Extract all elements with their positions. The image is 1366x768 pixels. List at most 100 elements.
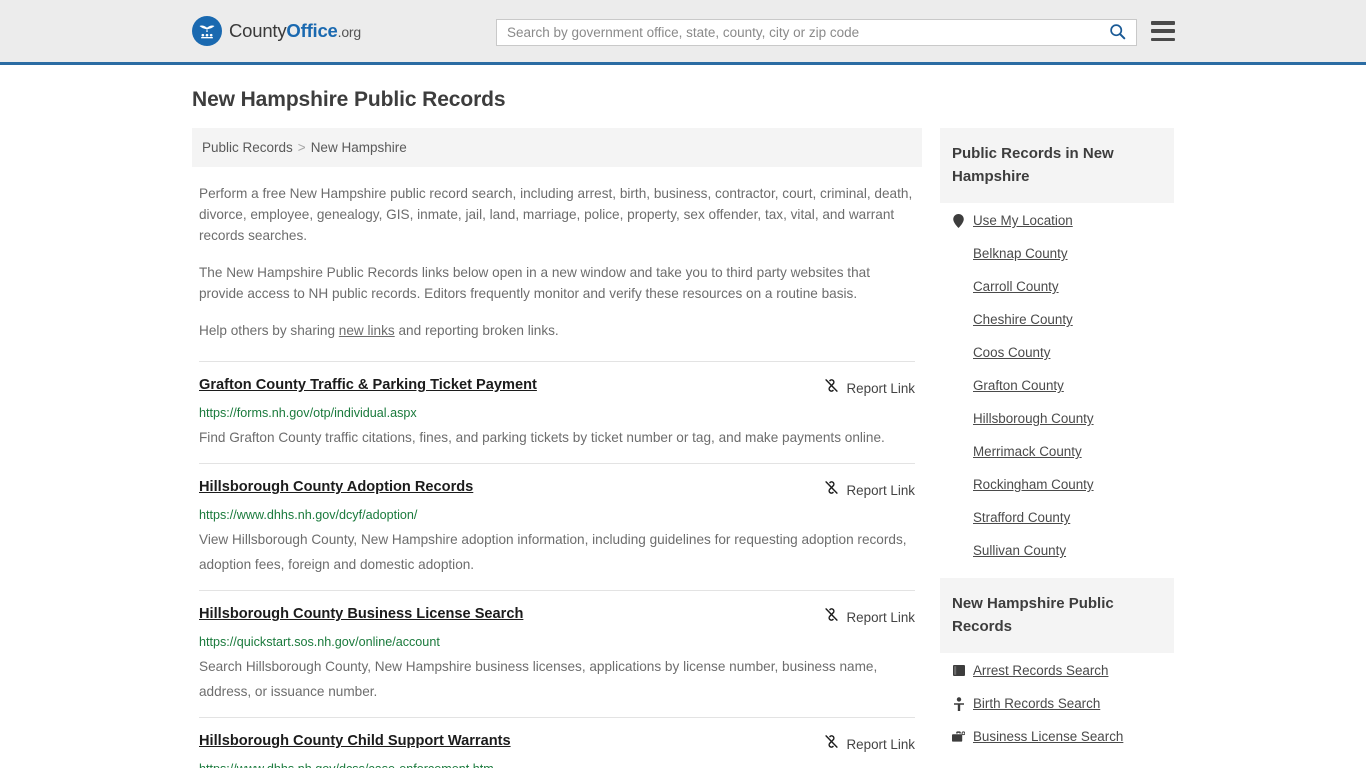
hamburger-bar xyxy=(1151,37,1175,41)
broken-chain-link-icon xyxy=(823,733,840,755)
search-icon xyxy=(1109,23,1126,43)
page-title: New Hampshire Public Records xyxy=(192,88,506,111)
content-columns: Public Records > New Hampshire Perform a f… xyxy=(192,128,1174,768)
sidebar-list-item[interactable]: Grafton County xyxy=(952,368,1162,401)
sidebar-records-heading: New Hampshire Public Records xyxy=(940,578,1174,653)
breadcrumb-item-current: New Hampshire xyxy=(310,140,407,155)
logo-text-org: .org xyxy=(337,24,362,40)
logo-text-county: County xyxy=(229,20,287,41)
sidebar-list-item[interactable]: Birth Records Search xyxy=(952,686,1162,719)
search-button[interactable] xyxy=(1107,23,1128,43)
result-item: Hillsborough County Adoption Records Repo… xyxy=(199,463,915,590)
result-url: https://quickstart.sos.nh.gov/online/acc… xyxy=(199,635,440,649)
result-url: https://forms.nh.gov/otp/individual.aspx xyxy=(199,406,417,420)
intro-paragraph-3-after: and reporting broken links. xyxy=(394,323,559,338)
site-logo-text: CountyOffice.org xyxy=(229,20,361,42)
sidebar-list-item[interactable]: Arrest Records Search xyxy=(952,653,1162,686)
intro-paragraph-1: Perform a free New Hampshire public reco… xyxy=(199,186,913,243)
sidebar-link[interactable]: Business License Search xyxy=(973,729,1123,744)
sidebar-records-list: Arrest Records Search Birth Records Searc… xyxy=(940,653,1174,752)
report-link-label: Report Link xyxy=(846,482,915,498)
sidebar-list-item[interactable]: Carroll County xyxy=(952,269,1162,302)
sidebar-list-item[interactable]: Business License Search xyxy=(952,719,1162,752)
sidebar-counties-heading: Public Records in New Hampshire xyxy=(940,128,1174,203)
result-title-link[interactable]: Grafton County Traffic & Parking Ticket … xyxy=(199,376,537,394)
page-body: New Hampshire Public Records Public Reco… xyxy=(0,88,1366,768)
sidebar-counties-list: Use My Location Belknap County Carroll Cou… xyxy=(940,203,1174,566)
sidebar-list-item[interactable]: Coos County xyxy=(952,335,1162,368)
hamburger-bar xyxy=(1151,21,1175,25)
map-pin-icon xyxy=(952,213,965,228)
result-header: Hillsborough County Business License Sea… xyxy=(199,605,915,628)
new-links-link[interactable]: new links xyxy=(339,323,395,338)
broken-chain-link-icon xyxy=(823,377,840,399)
sidebar-list-item[interactable]: Hillsborough County xyxy=(952,401,1162,434)
sidebar-link[interactable]: Coos County xyxy=(973,345,1050,360)
result-description: Find Grafton County traffic citations, f… xyxy=(199,430,885,445)
sidebar-link[interactable]: Belknap County xyxy=(973,246,1068,261)
eagle-shield-logo-icon xyxy=(192,16,222,46)
sidebar: Public Records in New Hampshire Use My L… xyxy=(940,128,1174,764)
sidebar-link[interactable]: Carroll County xyxy=(973,279,1059,294)
fingerprint-card-icon xyxy=(952,664,965,677)
site-header: CountyOffice.org xyxy=(0,0,1366,65)
result-url: https://www.dhhs.nh.gov/dcss/case-enforc… xyxy=(199,761,915,768)
result-header: Hillsborough County Child Support Warran… xyxy=(199,732,915,755)
result-item: Hillsborough County Child Support Warran… xyxy=(199,717,915,768)
sidebar-link[interactable]: Sullivan County xyxy=(973,543,1066,558)
sidebar-link[interactable]: Cheshire County xyxy=(973,312,1073,327)
sidebar-link[interactable]: Hillsborough County xyxy=(973,411,1094,426)
sidebar-link[interactable]: Rockingham County xyxy=(973,477,1094,492)
sidebar-link[interactable]: Birth Records Search xyxy=(973,696,1100,711)
sidebar-link[interactable]: Grafton County xyxy=(973,378,1064,393)
sidebar-list-item[interactable]: Strafford County xyxy=(952,500,1162,533)
result-description: View Hillsborough County, New Hampshire … xyxy=(199,532,907,572)
hamburger-menu-icon[interactable] xyxy=(1151,21,1175,41)
sidebar-link[interactable]: Strafford County xyxy=(973,510,1070,525)
intro-paragraph-3: Help others by sharing new links and rep… xyxy=(199,320,915,341)
sidebar-link[interactable]: Arrest Records Search xyxy=(973,663,1108,678)
main-column: Public Records > New Hampshire Perform a f… xyxy=(192,128,922,768)
broken-chain-link-icon xyxy=(823,606,840,628)
sidebar-list-item[interactable]: Cheshire County xyxy=(952,302,1162,335)
baby-icon xyxy=(952,696,965,711)
result-title-link[interactable]: Hillsborough County Business License Sea… xyxy=(199,605,523,623)
result-header: Hillsborough County Adoption Records Repo… xyxy=(199,478,915,501)
sidebar-list-item[interactable]: Rockingham County xyxy=(952,467,1162,500)
report-link-button[interactable]: Report Link xyxy=(823,478,915,501)
result-description: Search Hillsborough County, New Hampshir… xyxy=(199,659,878,699)
broken-chain-link-icon xyxy=(823,479,840,501)
sidebar-link[interactable]: Merrimack County xyxy=(973,444,1082,459)
site-logo[interactable]: CountyOffice.org xyxy=(192,16,361,46)
intro-section: Perform a free New Hampshire public reco… xyxy=(192,183,922,341)
logo-text-office: Office xyxy=(286,20,338,41)
report-link-label: Report Link xyxy=(846,380,915,396)
result-header: Grafton County Traffic & Parking Ticket … xyxy=(199,376,915,399)
briefcase-icon xyxy=(952,730,965,743)
sidebar-list-item[interactable]: Belknap County xyxy=(952,236,1162,269)
sidebar-panel-records: New Hampshire Public Records Arrest Reco… xyxy=(940,578,1174,752)
breadcrumb-item-root[interactable]: Public Records xyxy=(202,140,293,155)
result-title-link[interactable]: Hillsborough County Adoption Records xyxy=(199,478,473,496)
search-box xyxy=(496,19,1137,46)
results-list: Grafton County Traffic & Parking Ticket … xyxy=(192,361,922,768)
search-bar xyxy=(496,19,1137,46)
report-link-button[interactable]: Report Link xyxy=(823,376,915,399)
sidebar-link[interactable]: Use My Location xyxy=(973,213,1073,228)
sidebar-list-item[interactable]: Use My Location xyxy=(952,203,1162,236)
report-link-button[interactable]: Report Link xyxy=(823,605,915,628)
intro-paragraph-3-before: Help others by sharing xyxy=(199,323,339,338)
intro-paragraph-2: The New Hampshire Public Records links b… xyxy=(199,265,870,301)
sidebar-list-item[interactable]: Sullivan County xyxy=(952,533,1162,566)
breadcrumb: Public Records > New Hampshire xyxy=(192,128,922,167)
sidebar-list-item[interactable]: Merrimack County xyxy=(952,434,1162,467)
result-item: Hillsborough County Business License Sea… xyxy=(199,590,915,717)
sidebar-panel-counties: Public Records in New Hampshire Use My L… xyxy=(940,128,1174,566)
report-link-button[interactable]: Report Link xyxy=(823,732,915,755)
search-input[interactable] xyxy=(507,25,1107,40)
report-link-label: Report Link xyxy=(846,736,915,752)
breadcrumb-separator: > xyxy=(297,140,306,155)
result-title-link[interactable]: Hillsborough County Child Support Warran… xyxy=(199,732,511,750)
result-url: https://www.dhhs.nh.gov/dcyf/adoption/ xyxy=(199,508,418,522)
result-item: Grafton County Traffic & Parking Ticket … xyxy=(199,361,915,463)
